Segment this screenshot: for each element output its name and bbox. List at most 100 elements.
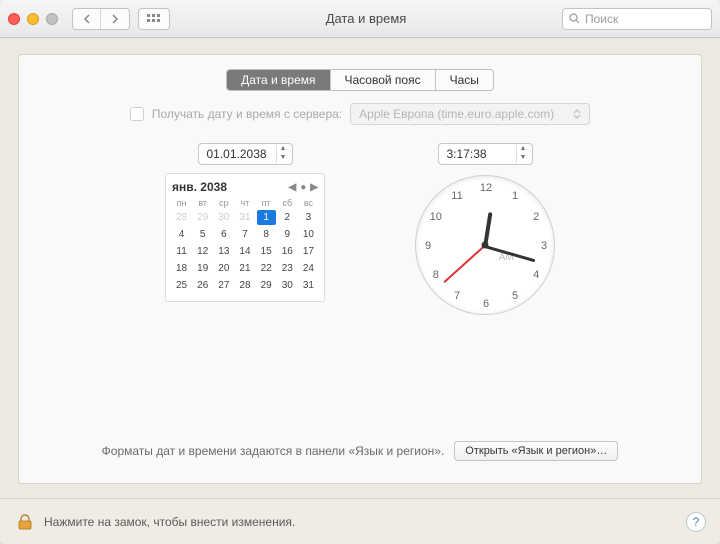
calendar-dow: ср <box>214 198 233 208</box>
help-button[interactable]: ? <box>686 512 706 532</box>
calendar-day[interactable]: 6 <box>214 227 233 242</box>
titlebar: Дата и время Поиск <box>0 0 720 38</box>
date-field[interactable]: 01.01.2038 ▲▼ <box>198 143 293 165</box>
tab-timezone[interactable]: Часовой пояс <box>331 70 436 90</box>
time-server-combo: Apple Европа (time.euro.apple.com) <box>350 103 590 125</box>
clock-number: 7 <box>454 290 460 302</box>
clock-number: 12 <box>480 182 492 194</box>
calendar-day[interactable]: 26 <box>193 278 212 293</box>
calendar-nav[interactable]: ◀● ▶ <box>289 182 318 193</box>
search-placeholder: Поиск <box>585 12 618 26</box>
clock-number: 1 <box>512 190 518 202</box>
lock-text: Нажмите на замок, чтобы внести изменения… <box>44 515 295 529</box>
calendar-day[interactable]: 25 <box>172 278 191 293</box>
calendar-day[interactable]: 11 <box>172 244 191 259</box>
time-value: 3:17:38 <box>447 147 487 161</box>
calendar-day[interactable]: 10 <box>299 227 318 242</box>
calendar-day[interactable]: 3 <box>299 210 318 225</box>
calendar-day[interactable]: 22 <box>257 261 276 276</box>
calendar[interactable]: янв. 2038 ◀●▶ пнвтсрчтптсбвс282930311234… <box>165 173 325 302</box>
tab-clock[interactable]: Часы <box>436 70 493 90</box>
calendar-day[interactable]: 31 <box>299 278 318 293</box>
calendar-day[interactable]: 31 <box>235 210 254 225</box>
clock-number: 11 <box>451 190 462 202</box>
calendar-day[interactable]: 15 <box>257 244 276 259</box>
tab-date-time[interactable]: Дата и время <box>227 70 330 90</box>
calendar-day[interactable]: 13 <box>214 244 233 259</box>
clock-number: 6 <box>483 298 489 310</box>
calendar-day[interactable]: 5 <box>193 227 212 242</box>
calendar-day[interactable]: 19 <box>193 261 212 276</box>
show-all-button[interactable] <box>138 8 170 30</box>
nav-buttons <box>72 8 130 30</box>
time-server-value: Apple Европа (time.euro.apple.com) <box>359 107 554 121</box>
calendar-dow: чт <box>235 198 254 208</box>
lock-icon <box>16 513 34 531</box>
calendar-day[interactable]: 8 <box>257 227 276 242</box>
date-column: 01.01.2038 ▲▼ янв. 2038 ◀● ▶ пнвтсрчтптсб… <box>165 143 325 315</box>
search-input[interactable]: Поиск <box>562 8 712 30</box>
open-language-region-button[interactable]: Открыть «Язык и регион»… <box>454 441 618 461</box>
calendar-dow: вт <box>193 198 212 208</box>
second-hand <box>444 245 486 283</box>
prefs-window: Дата и время Поиск Дата и время Часовой … <box>0 0 720 544</box>
clock-number: 10 <box>430 211 442 223</box>
calendar-day[interactable]: 14 <box>235 244 254 259</box>
cal-next-icon: ▶ <box>310 182 318 193</box>
time-field[interactable]: 3:17:38 ▲▼ <box>438 143 533 165</box>
calendar-day[interactable]: 29 <box>257 278 276 293</box>
time-column: 3:17:38 ▲▼ AM 123456789101112 <box>415 143 555 315</box>
calendar-day[interactable]: 17 <box>299 244 318 259</box>
calendar-day[interactable]: 1 <box>257 210 276 225</box>
calendar-day[interactable]: 28 <box>172 210 191 225</box>
calendar-day[interactable]: 12 <box>193 244 212 259</box>
calendar-day[interactable]: 16 <box>278 244 297 259</box>
clock-number: 4 <box>533 269 539 281</box>
date-stepper[interactable]: ▲▼ <box>276 145 290 163</box>
calendar-day[interactable]: 23 <box>278 261 297 276</box>
formats-row: Форматы дат и времени задаются в панели … <box>19 441 701 461</box>
auto-time-checkbox[interactable] <box>130 107 144 121</box>
calendar-dow: вс <box>299 198 318 208</box>
forward-button[interactable] <box>101 9 129 29</box>
clock-number: 3 <box>541 240 547 252</box>
window-title: Дата и время <box>178 11 554 26</box>
calendar-day[interactable]: 21 <box>235 261 254 276</box>
calendar-dow: сб <box>278 198 297 208</box>
search-icon <box>569 13 580 24</box>
calendar-day[interactable]: 27 <box>214 278 233 293</box>
calendar-day[interactable]: 9 <box>278 227 297 242</box>
clock-number: 8 <box>433 269 439 281</box>
calendar-day[interactable]: 18 <box>172 261 191 276</box>
chevron-updown-icon <box>573 109 581 119</box>
calendar-day[interactable]: 4 <box>172 227 191 242</box>
tab-group: Дата и время Часовой пояс Часы <box>226 69 494 91</box>
calendar-day[interactable]: 30 <box>278 278 297 293</box>
minimize-icon[interactable] <box>27 13 39 25</box>
calendar-day[interactable]: 29 <box>193 210 212 225</box>
back-button[interactable] <box>73 9 101 29</box>
calendar-day[interactable]: 7 <box>235 227 254 242</box>
content-panel: Дата и время Часовой пояс Часы Получать … <box>18 54 702 484</box>
cal-prev-icon: ◀ <box>289 182 297 193</box>
traffic-lights <box>8 13 58 25</box>
zoom-icon <box>46 13 58 25</box>
close-icon[interactable] <box>8 13 20 25</box>
analog-clock: AM 123456789101112 <box>415 175 555 315</box>
lock-button[interactable] <box>16 513 34 531</box>
footer: Нажмите на замок, чтобы внести изменения… <box>0 498 720 544</box>
clock-center <box>482 242 489 249</box>
clock-number: 5 <box>512 290 518 302</box>
time-stepper[interactable]: ▲▼ <box>516 145 530 163</box>
calendar-month-label: янв. 2038 <box>172 180 227 194</box>
calendar-day[interactable]: 24 <box>299 261 318 276</box>
calendar-day[interactable]: 28 <box>235 278 254 293</box>
calendar-dow: пн <box>172 198 191 208</box>
calendar-day[interactable]: 20 <box>214 261 233 276</box>
calendar-day[interactable]: 2 <box>278 210 297 225</box>
calendar-dow: пт <box>257 198 276 208</box>
cal-today-icon: ● <box>300 182 306 193</box>
server-row: Получать дату и время с сервера: Apple Е… <box>19 103 701 125</box>
calendar-day[interactable]: 30 <box>214 210 233 225</box>
auto-time-label: Получать дату и время с сервера: <box>152 107 342 121</box>
